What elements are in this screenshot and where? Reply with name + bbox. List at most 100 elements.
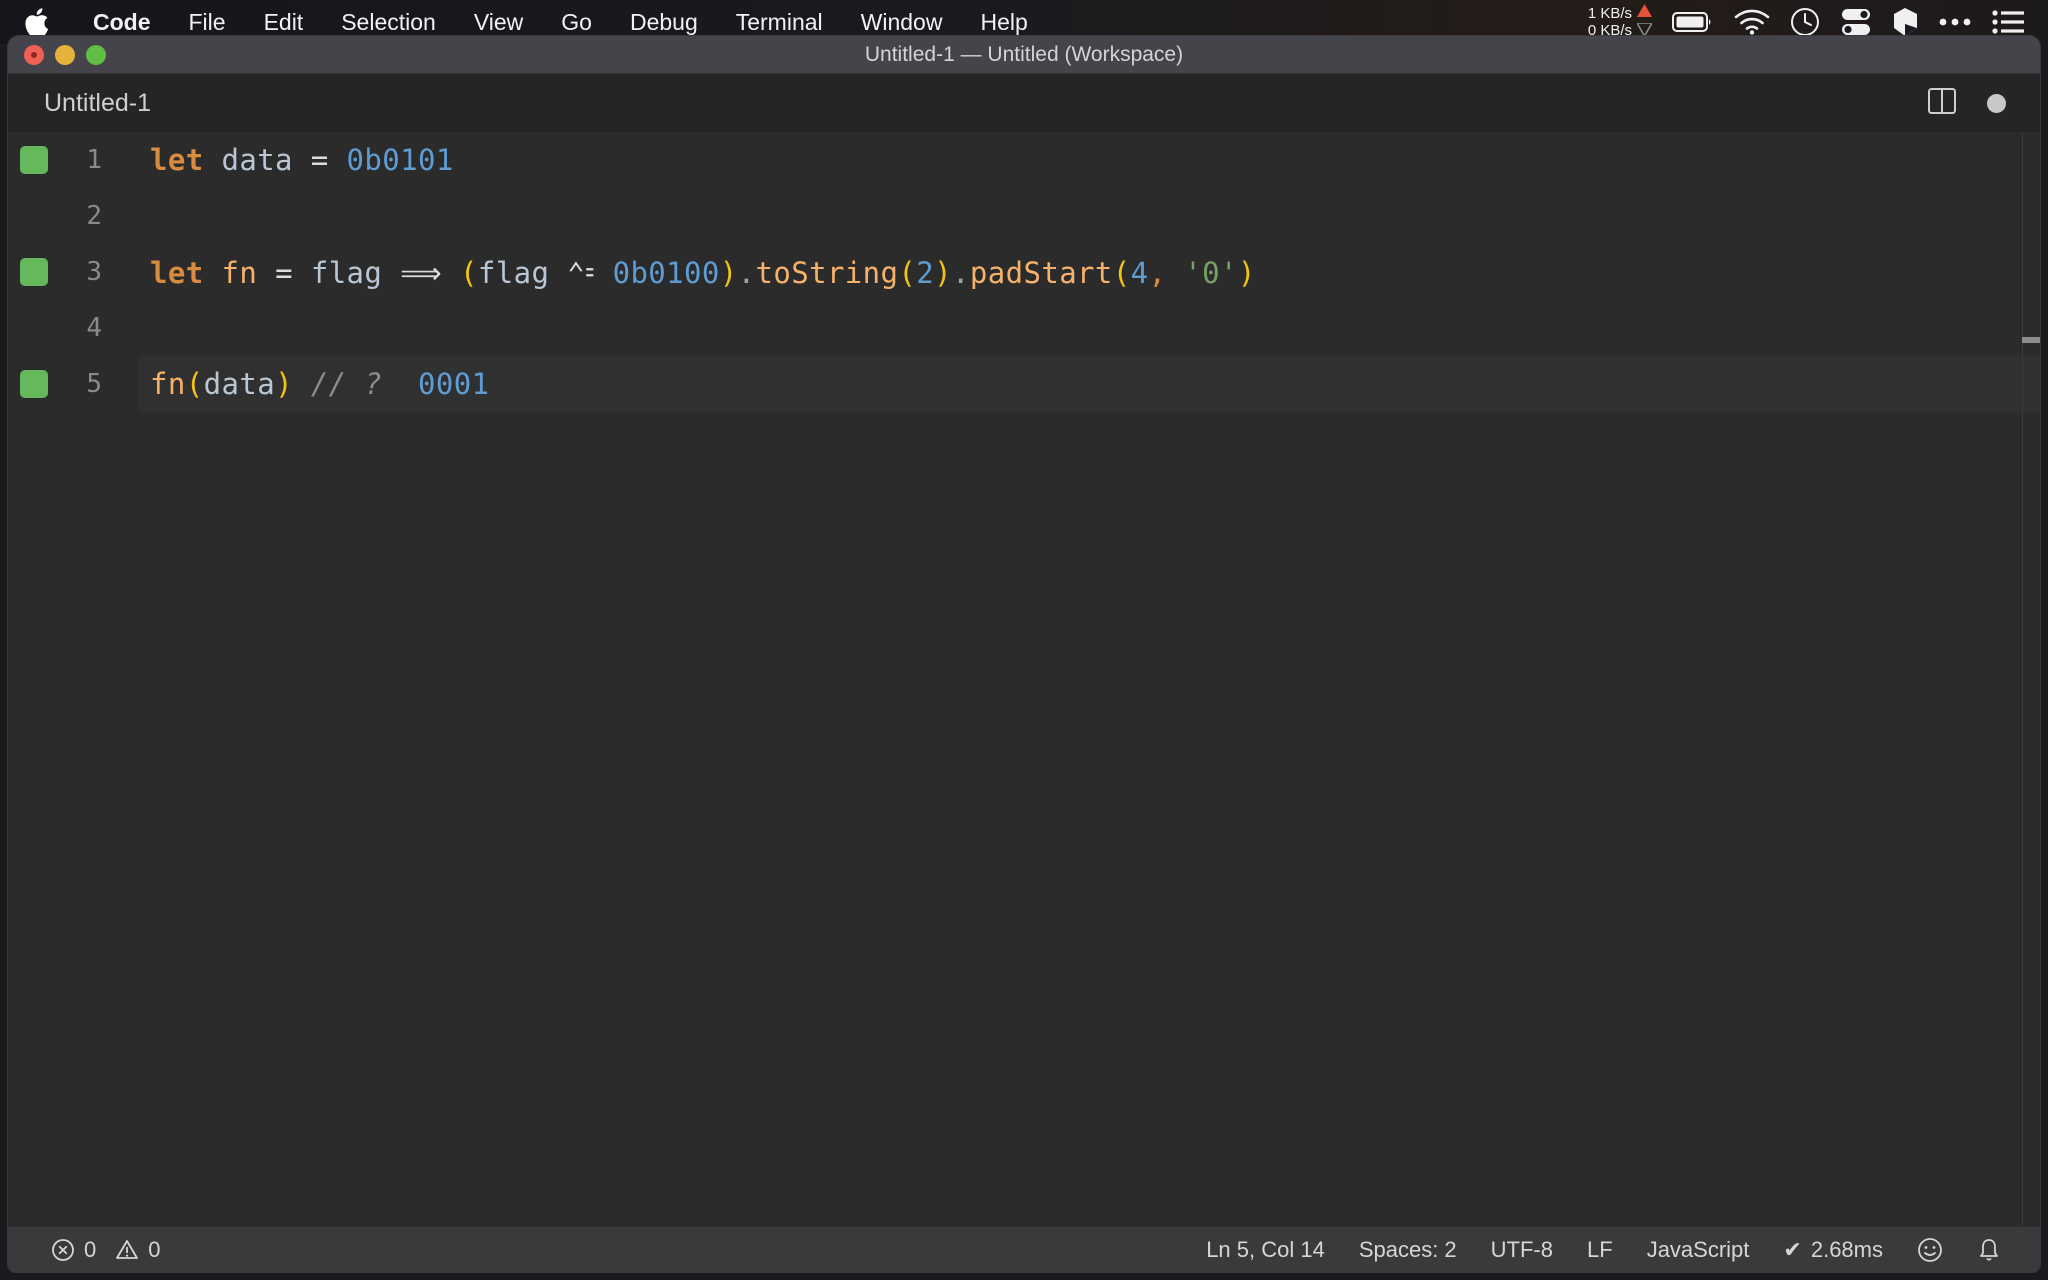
minimize-button[interactable] (55, 44, 75, 65)
runtime-value: 2.68ms (1810, 1236, 1883, 1262)
scrollbar-thumb[interactable] (2022, 337, 2040, 343)
unsaved-dot-icon[interactable] (1987, 93, 2006, 113)
indentation-setting[interactable]: Spaces: 2 (1342, 1237, 1474, 1263)
code-token: flag (477, 255, 550, 290)
warning-count: 0 (148, 1236, 161, 1262)
code-token: 2 (916, 255, 935, 290)
encoding-setting[interactable]: UTF-8 (1474, 1237, 1570, 1263)
error-count: 0 (84, 1236, 97, 1262)
error-circle-icon (51, 1238, 75, 1262)
code-token: = (275, 255, 293, 290)
code-token: // ? (310, 367, 383, 401)
code-token: . (737, 255, 756, 290)
code-token: 0001 (418, 367, 490, 401)
list-icon[interactable] (1992, 9, 2024, 35)
code-text: fn(data) // ? 0001 (120, 367, 489, 401)
code-token: ) (719, 255, 738, 290)
eol-setting[interactable]: LF (1570, 1237, 1630, 1263)
code-token: = (310, 143, 329, 177)
language-mode[interactable]: JavaScript (1630, 1237, 1767, 1263)
warning-triangle-icon (115, 1238, 139, 1262)
wifi-icon[interactable] (1734, 9, 1770, 35)
bell-icon (1977, 1237, 2001, 1263)
cursor-position[interactable]: Ln 5, Col 14 (1189, 1237, 1342, 1263)
battery-icon[interactable] (1672, 10, 1714, 34)
code-line-3[interactable]: 3 let fn = flag ⟹ (flag ⌃⹀ 0b0100).toStri… (8, 244, 2040, 300)
code-line-1[interactable]: 1 let data = 0b0101 (8, 132, 2040, 188)
code-token: . (952, 255, 970, 290)
tab-untitled-1[interactable]: Untitled-1 (8, 74, 177, 132)
quokka-live-marker-icon[interactable] (20, 258, 48, 286)
line-number: 2 (86, 201, 102, 231)
editor-tab-bar: Untitled-1 (8, 74, 2040, 132)
code-token: ) (934, 255, 953, 290)
code-line-2[interactable]: 2 (8, 188, 2040, 244)
code-text: let data = 0b0101 (120, 143, 454, 177)
vscode-window: Untitled-1 — Untitled (Workspace) Untitl… (8, 36, 2040, 1272)
code-lines-container: 1 let data = 0b0101 2 3 let fn = flag ⟹ (fla… (8, 132, 2040, 412)
code-token: flag (310, 255, 383, 290)
code-token: let (150, 255, 204, 290)
code-line-5[interactable]: 5 fn(data) // ? 0001 (8, 356, 2040, 412)
smiley-icon (1917, 1237, 1943, 1263)
code-token: , (1148, 255, 1167, 290)
editor-scrollbar[interactable] (2022, 132, 2040, 1226)
problems-indicator[interactable]: 0 0 (34, 1237, 178, 1263)
code-editor[interactable]: 1 let data = 0b0101 2 3 let fn = flag ⟹ (fla… (8, 132, 2040, 1226)
shape-icon[interactable] (1892, 7, 1918, 37)
maximize-button[interactable] (86, 44, 106, 65)
clock-icon[interactable] (1790, 7, 1820, 37)
code-token: fn (221, 255, 258, 290)
window-controls (8, 44, 106, 65)
code-line-4[interactable]: 4 (8, 300, 2040, 356)
code-token: '0' (1184, 255, 1238, 290)
code-token: data (221, 143, 293, 177)
code-token: ( (1112, 255, 1131, 290)
code-token: fn (150, 367, 186, 401)
code-token: toString (755, 255, 899, 290)
editor-actions (1927, 74, 2040, 132)
code-text: let fn = flag ⟹ (flag ⌃⹀ 0b0100).toStrin… (120, 253, 1256, 292)
status-bar-left: 0 0 (8, 1237, 178, 1263)
notifications-button[interactable] (1960, 1237, 2018, 1263)
line-number: 4 (86, 313, 102, 343)
code-token: ( (185, 367, 204, 401)
code-token: ⌃⹀ (567, 255, 595, 290)
window-title: Untitled-1 — Untitled (Workspace) (864, 42, 1184, 66)
code-token: padStart (969, 255, 1113, 290)
ellipsis-icon[interactable] (1938, 16, 1972, 28)
quokka-live-marker-icon[interactable] (20, 146, 48, 174)
upload-arrow-icon (1637, 3, 1652, 22)
check-icon: ✔ (1783, 1236, 1802, 1262)
code-token: ) (1237, 255, 1256, 290)
window-title-bar: Untitled-1 — Untitled (Workspace) (8, 36, 2040, 74)
code-token: 4 (1130, 255, 1149, 290)
toggles-icon[interactable] (1840, 7, 1872, 37)
network-speed-indicator[interactable]: 1 KB/s 0 KB/s (1588, 3, 1654, 41)
status-bar: 0 0 Ln 5, Col 14 Spaces: 2 UTF-8 LF Java… (8, 1226, 2040, 1272)
code-token: let (150, 143, 204, 177)
feedback-button[interactable] (1900, 1237, 1960, 1263)
code-token: ) (275, 367, 293, 401)
close-button[interactable] (24, 44, 44, 65)
quokka-runtime-indicator[interactable]: ✔ 2.68ms (1766, 1237, 1900, 1263)
split-editor-icon[interactable] (1927, 86, 1957, 121)
code-token: data (203, 367, 276, 401)
code-token: 0b0101 (346, 143, 454, 177)
code-token: ( (460, 255, 478, 290)
quokka-live-marker-icon[interactable] (20, 370, 48, 398)
apple-logo-icon[interactable] (22, 6, 50, 38)
